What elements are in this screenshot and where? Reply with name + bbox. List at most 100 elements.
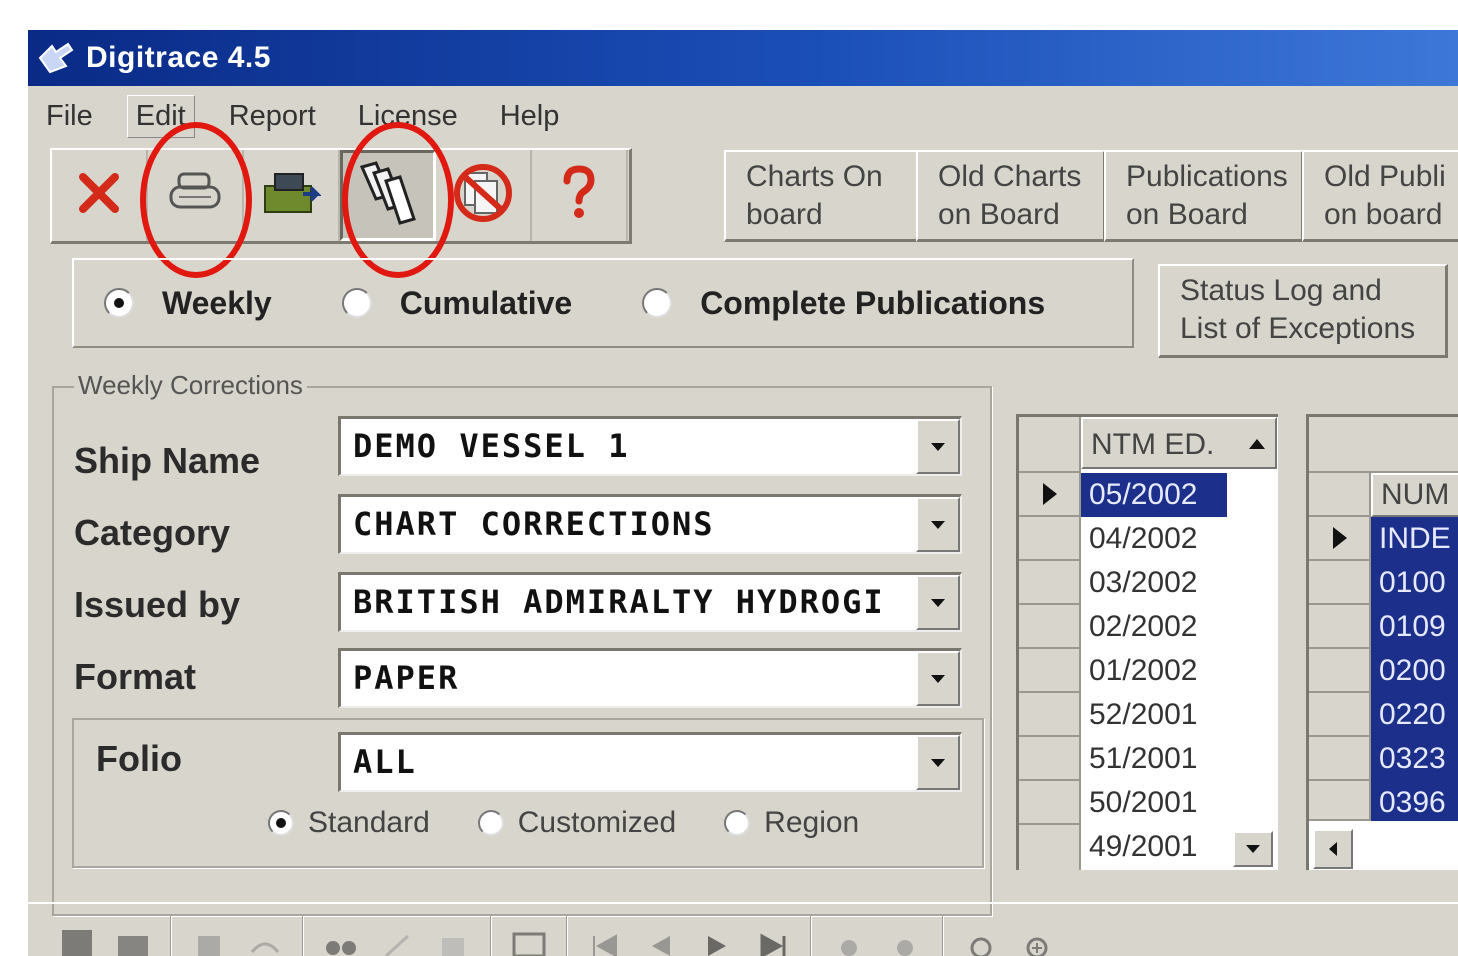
old-charts-on-board-button[interactable]: Old Charts on Board <box>916 150 1106 242</box>
row-header[interactable] <box>1019 781 1081 825</box>
customized-option[interactable]: Customized <box>477 806 676 840</box>
old-charts-line2: on Board <box>938 198 1060 231</box>
row-header[interactable] <box>1309 561 1371 605</box>
print-icon[interactable] <box>114 922 152 956</box>
issued-by-dropdown[interactable]: BRITISH ADMIRALTY HYDROGI <box>338 572 962 632</box>
save-icon[interactable] <box>58 922 96 956</box>
region-radio[interactable] <box>724 810 751 836</box>
app-logo-icon <box>36 40 76 76</box>
first-record-icon[interactable] <box>586 922 624 956</box>
status-log-button[interactable]: Status Log and List of Exceptions <box>1158 264 1448 358</box>
menu-edit[interactable]: Edit <box>126 94 195 138</box>
paste-icon[interactable] <box>434 922 472 956</box>
row-header[interactable] <box>1309 473 1371 517</box>
menu-file[interactable]: File <box>38 96 101 137</box>
add-record-icon[interactable] <box>830 922 868 956</box>
ntm-row[interactable]: 03/2002 <box>1081 561 1197 605</box>
cut-icon[interactable] <box>378 922 416 956</box>
no-entry-button[interactable] <box>436 150 532 241</box>
ntm-row[interactable]: 05/2002 <box>1081 473 1227 517</box>
publications-on-board-button[interactable]: Publications on Board <box>1104 150 1304 242</box>
row-header[interactable] <box>1019 737 1081 781</box>
menu-license[interactable]: License <box>350 96 466 137</box>
category-value: CHART CORRECTIONS <box>353 505 715 543</box>
copy-pages-button[interactable] <box>340 150 436 241</box>
delete-button[interactable] <box>52 150 148 241</box>
row-header[interactable] <box>1019 605 1081 649</box>
old-publications-button[interactable]: Old Publi on board <box>1302 150 1458 242</box>
folio-dropdown-button[interactable] <box>916 735 960 790</box>
category-dropdown[interactable]: CHART CORRECTIONS <box>338 494 962 554</box>
menu-help[interactable]: Help <box>492 96 568 137</box>
issued-by-dropdown-button[interactable] <box>916 575 960 630</box>
standard-radio[interactable] <box>268 810 294 836</box>
customized-radio[interactable] <box>477 810 504 836</box>
row-header[interactable] <box>1309 781 1371 821</box>
window-title: Digitrace 4.5 <box>86 41 271 74</box>
row-header[interactable] <box>1309 737 1371 781</box>
num-row[interactable]: 0323 <box>1371 737 1458 781</box>
menu-report[interactable]: Report <box>221 96 324 137</box>
num-column-header[interactable]: NUM <box>1371 473 1458 517</box>
row-header[interactable] <box>1019 561 1081 605</box>
prev-record-icon[interactable] <box>642 922 680 956</box>
ship-name-dropdown-button[interactable] <box>916 419 960 474</box>
folio-dropdown[interactable]: ALL <box>338 732 962 792</box>
row-header[interactable] <box>1309 517 1371 561</box>
num-row[interactable]: 0396 <box>1371 781 1458 821</box>
weekly-radio[interactable] <box>104 288 134 318</box>
binoculars-icon[interactable] <box>322 922 360 956</box>
row-header[interactable] <box>1019 693 1081 737</box>
last-record-icon[interactable] <box>754 922 792 956</box>
chevron-down-icon <box>931 598 945 607</box>
form-icon[interactable] <box>510 922 548 956</box>
ntm-row[interactable]: 49/2001 <box>1081 825 1197 869</box>
ntm-row[interactable]: 52/2001 <box>1081 693 1197 737</box>
row-header[interactable] <box>1019 517 1081 561</box>
row-header[interactable] <box>1309 693 1371 737</box>
settings-icon[interactable] <box>962 922 1000 956</box>
scroll-left-button[interactable] <box>1313 829 1353 869</box>
next-record-icon[interactable] <box>698 922 736 956</box>
num-row[interactable]: 0100 <box>1371 561 1458 605</box>
num-row[interactable]: 0200 <box>1371 649 1458 693</box>
num-row[interactable]: 0109 <box>1371 605 1458 649</box>
format-dropdown-button[interactable] <box>916 651 960 706</box>
num-row[interactable]: INDE <box>1371 517 1458 561</box>
format-dropdown[interactable]: PAPER <box>338 648 962 708</box>
num-grid[interactable]: NUM INDE 0100 0109 0200 0220 0323 0396 <box>1306 414 1458 870</box>
ntm-column-header[interactable]: NTM ED. <box>1081 417 1277 469</box>
cumulative-radio[interactable] <box>341 288 372 318</box>
row-header[interactable] <box>1309 605 1371 649</box>
row-header[interactable] <box>1019 473 1081 517</box>
ntm-row[interactable]: 01/2002 <box>1081 649 1197 693</box>
issued-by-label: Issued by <box>74 584 241 625</box>
row-header[interactable] <box>1019 825 1081 870</box>
copy-pages-icon <box>356 159 420 232</box>
category-dropdown-button[interactable] <box>916 497 960 552</box>
ntm-row[interactable]: 50/2001 <box>1081 781 1197 825</box>
complete-publications-radio[interactable] <box>642 288 673 318</box>
ship-name-dropdown[interactable]: DEMO VESSEL 1 <box>338 416 962 476</box>
separator <box>302 916 304 956</box>
title-bar[interactable]: Digitrace 4.5 <box>28 30 1458 86</box>
charts-on-board-button[interactable]: Charts On board <box>724 150 920 242</box>
row-header[interactable] <box>1019 649 1081 693</box>
ntm-row[interactable]: 04/2002 <box>1081 517 1197 561</box>
delete-record-icon[interactable] <box>886 922 924 956</box>
scroll-down-button[interactable] <box>1233 831 1273 867</box>
undo-icon[interactable] <box>246 922 284 956</box>
num-row[interactable]: 0220 <box>1371 693 1458 737</box>
row-header[interactable] <box>1309 649 1371 693</box>
print-button[interactable] <box>148 150 244 241</box>
import-button[interactable] <box>244 150 340 241</box>
ntm-edition-grid[interactable]: NTM ED. 05/2002 04/2002 03/2002 02/2002 … <box>1016 414 1278 870</box>
zoom-icon[interactable] <box>1018 922 1056 956</box>
cumulative-label: Cumulative <box>399 284 573 321</box>
standard-option[interactable]: Standard <box>268 806 430 840</box>
ntm-row[interactable]: 51/2001 <box>1081 737 1197 781</box>
help-button[interactable] <box>532 150 628 241</box>
copy-icon[interactable] <box>190 922 228 956</box>
region-option[interactable]: Region <box>724 806 859 840</box>
ntm-row[interactable]: 02/2002 <box>1081 605 1197 649</box>
